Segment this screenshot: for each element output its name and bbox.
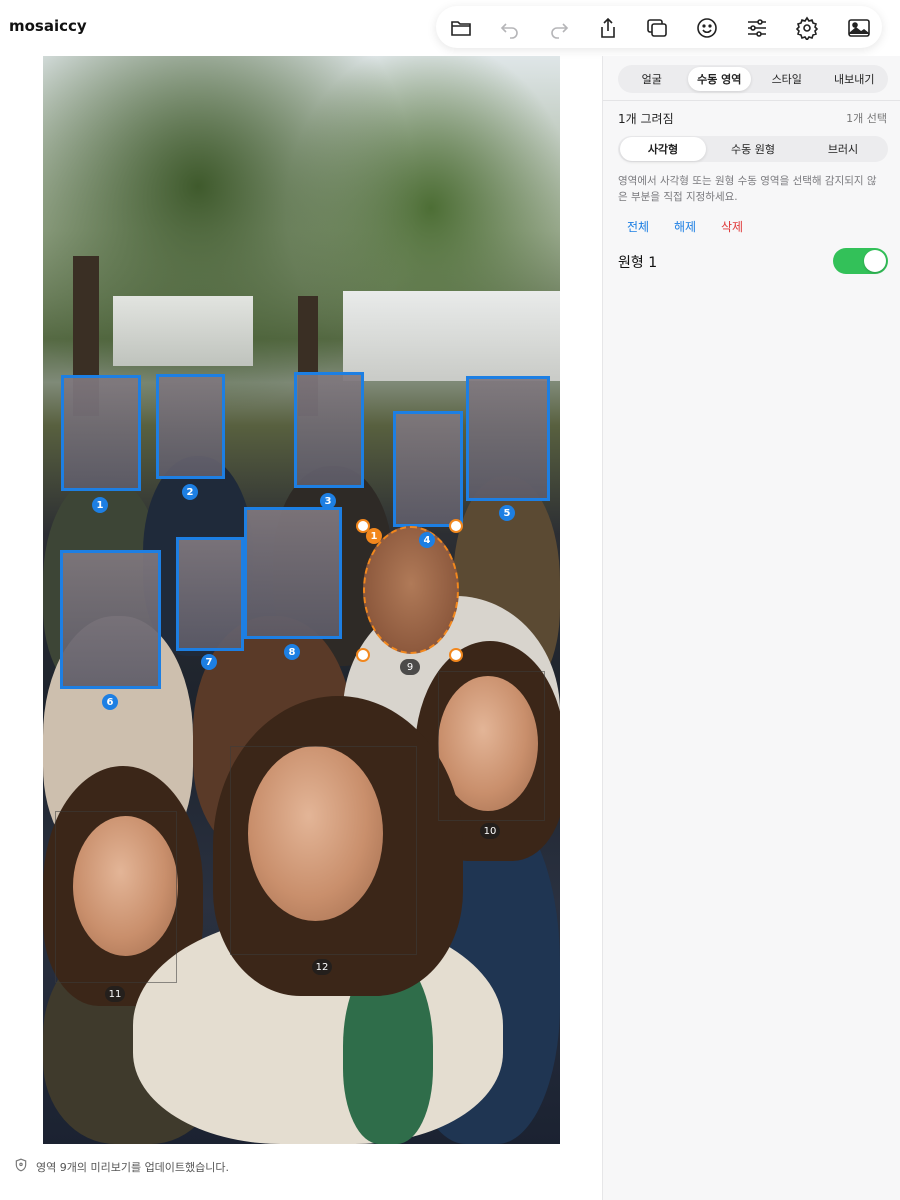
shield-icon xyxy=(14,1158,28,1175)
region-number-badge: 8 xyxy=(284,644,300,660)
shape-tab-brush[interactable]: 브러시 xyxy=(800,137,886,161)
status-bar: 영역 9개의 미리보기를 업데이트했습니다. xyxy=(14,1158,229,1175)
mosaic-region[interactable] xyxy=(393,411,463,527)
region-number-badge: 3 xyxy=(320,493,336,509)
mosaic-region[interactable] xyxy=(156,374,225,479)
mosaic-region[interactable] xyxy=(176,537,244,651)
selected-count: 1개 선택 xyxy=(846,112,887,125)
duplicate-icon[interactable] xyxy=(644,15,670,41)
photo-canvas[interactable]: 1 2 3 4 5 6 7 8 1 9 10 11 12 xyxy=(43,56,560,1144)
drawn-count: 1개 그려짐 xyxy=(618,112,674,126)
region-visibility-toggle[interactable] xyxy=(833,248,888,274)
mosaic-region[interactable] xyxy=(294,372,364,488)
toolbar xyxy=(436,6,882,48)
delete-link[interactable]: 삭제 xyxy=(721,218,743,235)
status-message: 영역 9개의 미리보기를 업데이트했습니다. xyxy=(36,1160,230,1174)
select-all-link[interactable]: 전체 xyxy=(627,218,649,235)
shape-tab-bar: 사각형 수동 원형 브러시 xyxy=(618,136,888,162)
resize-handle[interactable] xyxy=(449,519,463,533)
region-number-badge: 5 xyxy=(499,505,515,521)
deselect-link[interactable]: 해제 xyxy=(674,218,696,235)
tab-export[interactable]: 내보내기 xyxy=(823,67,887,91)
resize-handle[interactable] xyxy=(356,648,370,662)
region-number-badge: 6 xyxy=(102,694,118,710)
region-number-badge: 11 xyxy=(105,986,125,1002)
region-number-badge: 2 xyxy=(182,484,198,500)
manual-ellipse-region[interactable] xyxy=(363,526,459,654)
tab-manual-region[interactable]: 수동 영역 xyxy=(687,67,751,91)
region-item-label: 원형 1 xyxy=(618,255,658,271)
divider xyxy=(603,100,900,101)
background-building xyxy=(343,291,560,381)
region-number-badge: 4 xyxy=(419,532,435,548)
manual-region-badge: 1 xyxy=(366,528,382,544)
mosaic-region[interactable] xyxy=(244,507,342,639)
folder-icon[interactable] xyxy=(448,15,474,41)
main-tab-bar: 얼굴 수동 영역 스타일 내보내기 xyxy=(618,65,888,93)
side-panel: 얼굴 수동 영역 스타일 내보내기 1개 그려짐 1개 선택 사각형 수동 원형… xyxy=(602,56,900,1200)
share-icon[interactable] xyxy=(595,15,621,41)
face-region-box[interactable] xyxy=(55,811,177,983)
mosaic-region[interactable] xyxy=(60,550,161,689)
face-icon[interactable] xyxy=(694,15,720,41)
image-icon[interactable] xyxy=(846,15,872,41)
tab-face[interactable]: 얼굴 xyxy=(620,67,684,91)
region-number-badge: 10 xyxy=(480,823,500,839)
gear-icon[interactable] xyxy=(794,15,820,41)
shape-tab-rectangle[interactable]: 사각형 xyxy=(620,137,706,161)
toggle-knob xyxy=(864,250,886,272)
region-number-badge: 12 xyxy=(312,959,332,975)
undo-icon[interactable] xyxy=(497,15,523,41)
mosaic-region[interactable] xyxy=(61,375,141,491)
region-number-badge: 1 xyxy=(92,497,108,513)
tab-style[interactable]: 스타일 xyxy=(755,67,819,91)
background-building xyxy=(113,296,253,366)
mosaic-region[interactable] xyxy=(466,376,550,501)
shape-tab-ellipse[interactable]: 수동 원형 xyxy=(710,137,796,161)
region-number-badge: 7 xyxy=(201,654,217,670)
app-title: mosaiccy xyxy=(9,17,87,35)
face-region-box[interactable] xyxy=(438,671,545,821)
resize-handle[interactable] xyxy=(449,648,463,662)
face-region-box[interactable] xyxy=(230,746,417,955)
help-text: 영역에서 사각형 또는 원형 수동 영역을 선택해 감지되지 않은 부분을 직접… xyxy=(618,175,877,203)
redo-icon[interactable] xyxy=(546,15,572,41)
region-number-badge: 9 xyxy=(400,659,420,675)
sliders-icon[interactable] xyxy=(744,15,770,41)
